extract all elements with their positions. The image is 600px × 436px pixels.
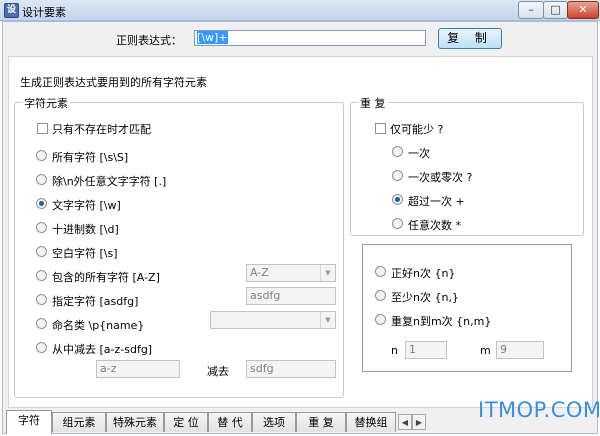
radio-char-range[interactable] <box>36 270 47 281</box>
option-any-except-newline: 除\n外任意文字字符 [.] <box>52 175 167 188</box>
not-exist-label: 只有不存在时才匹配 <box>52 123 151 136</box>
option-decimal: 十进制数 [\d] <box>52 223 119 236</box>
subtract-field[interactable]: sdfg <box>246 360 336 378</box>
option-zero-or-one: 一次或零次 ? <box>408 171 473 184</box>
radio-exactly-n[interactable] <box>375 266 386 277</box>
regex-input[interactable]: [\w]+ <box>194 30 426 46</box>
radio-subtract[interactable] <box>36 342 47 353</box>
radio-named-class[interactable] <box>36 318 47 329</box>
radio-once[interactable] <box>392 146 403 157</box>
option-named-class: 命名类 \p{name} <box>52 319 145 332</box>
n-field[interactable]: 1 <box>405 341 447 359</box>
radio-whitespace[interactable] <box>36 246 47 257</box>
specified-chars-field[interactable]: asdfg <box>246 287 336 305</box>
option-subtract: 从中减去 [a-z-sdfg] <box>52 343 153 356</box>
subtract-label: 减去 <box>207 365 229 378</box>
option-once: 一次 <box>408 147 430 160</box>
tab-characters[interactable]: 字符 <box>6 410 52 434</box>
subtract-from-field[interactable]: a-z <box>96 360 180 378</box>
lazy-label: 仅可能少 ? <box>390 123 444 136</box>
option-specified-chars: 指定字符 [asdfg] <box>52 295 139 308</box>
option-exactly-n: 正好n次 {n} <box>391 267 456 280</box>
radio-zero-or-one[interactable] <box>392 170 403 181</box>
n-label: n <box>391 344 398 357</box>
lazy-checkbox[interactable] <box>375 123 386 134</box>
tab-scroll-left-icon[interactable]: ◀ <box>398 414 412 430</box>
app-icon: 设 <box>4 3 19 18</box>
chevron-down-icon: ▼ <box>320 265 335 281</box>
tab-alternation[interactable]: 替 代 <box>208 412 252 432</box>
radio-all-chars[interactable] <box>36 150 47 161</box>
named-class-combo[interactable]: ▼ <box>210 311 336 329</box>
tab-repeat[interactable]: 重 复 <box>296 412 346 432</box>
minimize-button[interactable]: – <box>518 1 544 19</box>
m-label: m <box>480 344 491 357</box>
radio-word-chars[interactable] <box>36 198 47 209</box>
m-field[interactable]: 9 <box>496 341 544 359</box>
option-whitespace: 空白字符 [\s] <box>52 247 118 260</box>
maximize-button[interactable]: □ <box>543 1 568 19</box>
radio-one-or-more[interactable] <box>392 194 403 205</box>
option-char-range: 包含的所有字符 [A-Z] <box>52 271 160 284</box>
option-any-count: 任意次数 * <box>408 219 461 232</box>
option-all-chars: 所有字符 [\s\S] <box>52 151 129 164</box>
copy-button[interactable]: 复 制 <box>438 28 502 49</box>
char-elements-title: 字符元素 <box>22 95 70 111</box>
option-one-or-more: 超过一次 + <box>408 195 465 208</box>
radio-n-to-m[interactable] <box>375 314 386 325</box>
radio-decimal[interactable] <box>36 222 47 233</box>
section-title: 生成正则表达式要用到的所有字符元素 <box>20 76 207 89</box>
regex-value: [\w]+ <box>197 31 228 44</box>
watermark: ITMOP.COM <box>478 398 600 422</box>
tab-scroll-right-icon[interactable]: ▶ <box>412 414 426 430</box>
radio-any-except-newline[interactable] <box>36 174 47 185</box>
tab-group-elements[interactable]: 组元素 <box>52 412 106 432</box>
tab-anchors[interactable]: 定 位 <box>164 412 208 432</box>
tab-special-elements[interactable]: 特殊元素 <box>106 412 164 432</box>
window-title: 设计要素 <box>22 6 66 19</box>
radio-specified-chars[interactable] <box>36 294 47 305</box>
range-combo[interactable]: A-Z ▼ <box>246 264 336 282</box>
tab-replace-group[interactable]: 替换组 <box>346 412 396 432</box>
title-bar[interactable]: 设 设计要素 – □ ✕ <box>0 0 600 21</box>
option-word-chars: 文字字符 [\w] <box>52 199 121 212</box>
option-n-to-m: 重复n到m次 {n,m} <box>391 315 492 328</box>
range-combo-value: A-Z <box>250 266 269 279</box>
not-exist-checkbox[interactable] <box>37 123 48 134</box>
chevron-down-icon: ▼ <box>320 312 335 328</box>
tab-options[interactable]: 选项 <box>252 412 296 432</box>
option-at-least-n: 至少n次 {n,} <box>391 291 459 304</box>
regex-label: 正则表达式： <box>116 34 182 47</box>
radio-at-least-n[interactable] <box>375 290 386 301</box>
repeat-title: 重 复 <box>358 95 388 111</box>
radio-any-count[interactable] <box>392 218 403 229</box>
close-button[interactable]: ✕ <box>567 1 599 19</box>
